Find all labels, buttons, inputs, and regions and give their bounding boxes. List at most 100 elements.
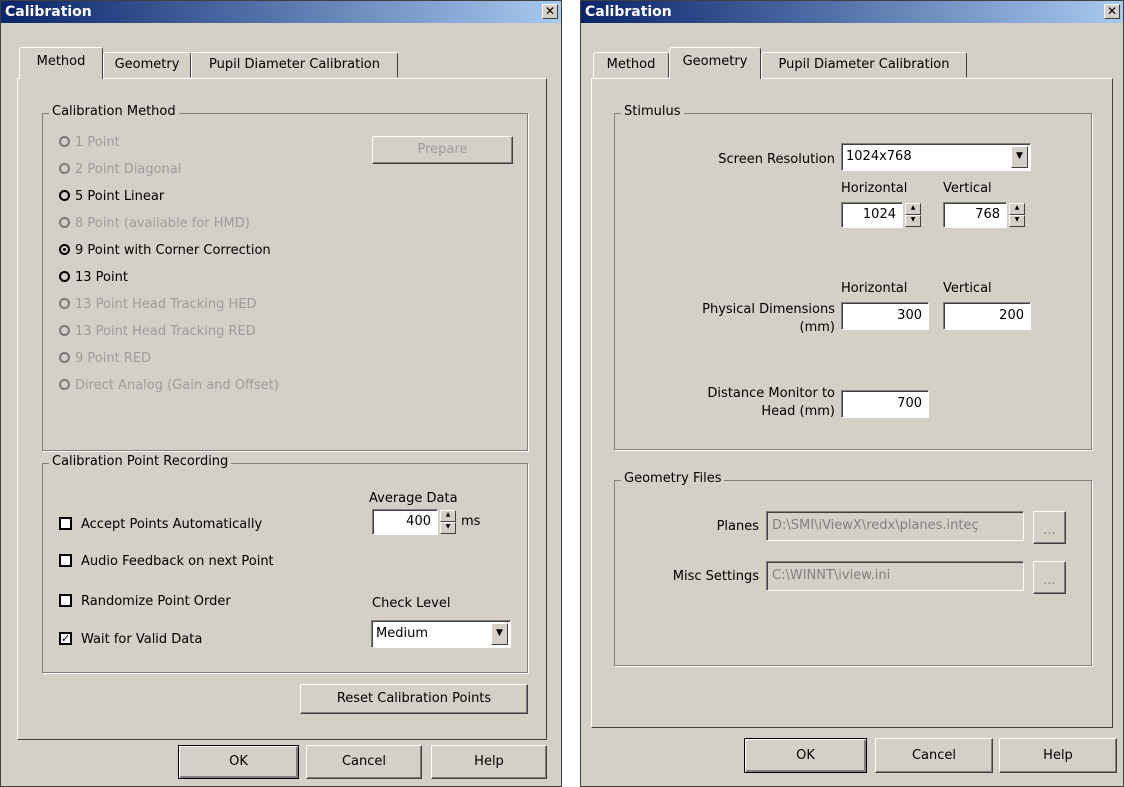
method-option-radio[interactable]: 9 Point with Corner Correction bbox=[59, 243, 271, 259]
method-option-radio: Direct Analog (Gain and Offset) bbox=[59, 378, 279, 394]
method-option-label: 13 Point Head Tracking HED bbox=[75, 297, 257, 312]
resolution-vertical-input[interactable]: 768 bbox=[943, 202, 1007, 228]
average-data-spinner[interactable]: ▲ ▼ bbox=[440, 510, 456, 534]
randomize-order-checkbox[interactable]: Randomize Point Order bbox=[59, 594, 231, 610]
method-option-label: 8 Point (available for HMD) bbox=[75, 216, 250, 231]
checkbox-box bbox=[59, 554, 72, 567]
calibration-dialog-geometry: Calibration ✕ Method Geometry Pupil Diam… bbox=[580, 0, 1124, 787]
method-option-radio[interactable]: 13 Point bbox=[59, 270, 128, 286]
ok-button[interactable]: OK bbox=[178, 745, 299, 779]
calibration-point-recording-group: Calibration Point Recording Accept Point… bbox=[42, 454, 528, 673]
stimulus-legend: Stimulus bbox=[621, 104, 684, 119]
radio-icon bbox=[59, 136, 70, 147]
check-level-label: Check Level bbox=[372, 596, 451, 611]
horizontal-label: Horizontal bbox=[841, 181, 908, 196]
physical-horizontal-label: Horizontal bbox=[841, 281, 908, 296]
method-option-radio[interactable]: 5 Point Linear bbox=[59, 189, 164, 205]
tab-pupil-diameter-calibration[interactable]: Pupil Diameter Calibration bbox=[761, 52, 967, 78]
spin-down-icon[interactable]: ▼ bbox=[1009, 215, 1025, 227]
tab-panel: Calibration Method Prepare 1 Point 2 Poin… bbox=[17, 78, 547, 740]
prepare-button[interactable]: Prepare bbox=[372, 136, 513, 164]
chevron-down-icon[interactable]: ▼ bbox=[1011, 146, 1028, 168]
method-option-radio: 8 Point (available for HMD) bbox=[59, 216, 250, 232]
physical-horizontal-input[interactable]: 300 bbox=[841, 302, 929, 330]
audio-feedback-checkbox[interactable]: Audio Feedback on next Point bbox=[59, 554, 274, 570]
geometry-files-group: Geometry Files Planes D:\SMI\iViewX\redx… bbox=[614, 471, 1092, 666]
average-data-unit: ms bbox=[461, 514, 481, 529]
ok-button[interactable]: OK bbox=[744, 738, 867, 773]
planes-path-field[interactable]: D:\SMI\iViewX\redx\planes.inteç bbox=[766, 511, 1024, 541]
screen-resolution-select[interactable]: 1024x768 ▼ bbox=[841, 143, 1031, 171]
title-bar: Calibration ✕ bbox=[1, 1, 561, 23]
calibration-method-legend: Calibration Method bbox=[49, 104, 179, 119]
spin-up-icon[interactable]: ▲ bbox=[1009, 203, 1025, 215]
checkbox-box bbox=[59, 594, 72, 607]
window-title: Calibration bbox=[5, 4, 92, 20]
spin-down-icon[interactable]: ▼ bbox=[440, 522, 456, 534]
method-option-radio: 1 Point bbox=[59, 135, 120, 151]
method-option-radio: 13 Point Head Tracking HED bbox=[59, 297, 256, 313]
method-option-label: 5 Point Linear bbox=[75, 189, 165, 204]
tab-geometry[interactable]: Geometry bbox=[669, 47, 761, 79]
radio-icon bbox=[59, 379, 70, 390]
tab-pupil-diameter-calibration[interactable]: Pupil Diameter Calibration bbox=[191, 52, 398, 78]
resolution-vertical-spinner[interactable]: ▲ ▼ bbox=[1009, 203, 1025, 227]
accept-points-checkbox[interactable]: Accept Points Automatically bbox=[59, 517, 262, 533]
resolution-horizontal-spinner[interactable]: ▲ ▼ bbox=[905, 203, 921, 227]
planes-browse-button[interactable]: ... bbox=[1033, 511, 1066, 544]
method-option-label: 1 Point bbox=[75, 135, 120, 150]
spin-up-icon[interactable]: ▲ bbox=[905, 203, 921, 215]
average-data-input[interactable]: 400 bbox=[372, 509, 438, 535]
stimulus-group: Stimulus Screen Resolution 1024x768 ▼ Ho… bbox=[614, 104, 1092, 450]
calibration-dialog-method: Calibration ✕ Method Geometry Pupil Diam… bbox=[0, 0, 562, 787]
geometry-files-legend: Geometry Files bbox=[621, 471, 725, 486]
accept-points-label: Accept Points Automatically bbox=[81, 517, 263, 532]
radio-icon bbox=[59, 163, 70, 174]
help-button[interactable]: Help bbox=[999, 738, 1117, 773]
distance-monitor-label: Distance Monitor to bbox=[707, 386, 835, 401]
method-option-radio: 13 Point Head Tracking RED bbox=[59, 324, 256, 340]
cancel-button[interactable]: Cancel bbox=[306, 745, 422, 779]
method-option-label: 2 Point Diagonal bbox=[75, 162, 182, 177]
method-option-label: Direct Analog (Gain and Offset) bbox=[75, 378, 279, 393]
tab-method[interactable]: Method bbox=[593, 52, 669, 78]
vertical-label: Vertical bbox=[943, 181, 992, 196]
check-level-select[interactable]: Medium ▼ bbox=[371, 620, 511, 648]
tab-geometry[interactable]: Geometry bbox=[103, 52, 191, 78]
window-title: Calibration bbox=[585, 4, 672, 20]
average-data-label: Average Data bbox=[369, 491, 458, 506]
distance-monitor-input[interactable]: 700 bbox=[841, 390, 929, 418]
radio-icon bbox=[59, 352, 70, 363]
planes-label: Planes bbox=[716, 519, 759, 534]
radio-icon bbox=[59, 271, 70, 282]
screen-resolution-value: 1024x768 bbox=[846, 149, 912, 164]
chevron-down-icon[interactable]: ▼ bbox=[491, 623, 508, 645]
close-icon[interactable]: ✕ bbox=[1104, 4, 1120, 19]
misc-settings-browse-button[interactable]: ... bbox=[1033, 561, 1066, 594]
screen-resolution-label: Screen Resolution bbox=[718, 152, 835, 167]
misc-settings-label: Misc Settings bbox=[672, 569, 759, 584]
physical-vertical-input[interactable]: 200 bbox=[943, 302, 1031, 330]
calibration-method-group: Calibration Method Prepare 1 Point 2 Poin… bbox=[42, 104, 528, 451]
method-option-label: 9 Point RED bbox=[75, 351, 152, 366]
radio-icon bbox=[59, 217, 70, 228]
checkbox-box bbox=[59, 517, 72, 530]
radio-icon bbox=[59, 325, 70, 336]
tab-method[interactable]: Method bbox=[19, 47, 103, 79]
calibration-point-recording-legend: Calibration Point Recording bbox=[49, 454, 232, 469]
cancel-button[interactable]: Cancel bbox=[875, 738, 993, 773]
spin-down-icon[interactable]: ▼ bbox=[905, 215, 921, 227]
close-icon[interactable]: ✕ bbox=[542, 4, 558, 19]
radio-icon bbox=[59, 298, 70, 309]
wait-valid-data-checkbox[interactable]: ✓ Wait for Valid Data bbox=[59, 632, 202, 648]
method-option-label: 13 Point Head Tracking RED bbox=[75, 324, 256, 339]
title-bar: Calibration ✕ bbox=[581, 1, 1123, 23]
spin-up-icon[interactable]: ▲ bbox=[440, 510, 456, 522]
help-button[interactable]: Help bbox=[431, 745, 547, 779]
radio-selected-icon bbox=[59, 244, 70, 255]
misc-settings-path-field[interactable]: C:\WINNT\iview.ini bbox=[766, 561, 1024, 591]
resolution-horizontal-input[interactable]: 1024 bbox=[841, 202, 903, 228]
reset-calibration-points-button[interactable]: Reset Calibration Points bbox=[300, 684, 528, 714]
physical-vertical-label: Vertical bbox=[943, 281, 992, 296]
check-level-value: Medium bbox=[376, 626, 428, 641]
